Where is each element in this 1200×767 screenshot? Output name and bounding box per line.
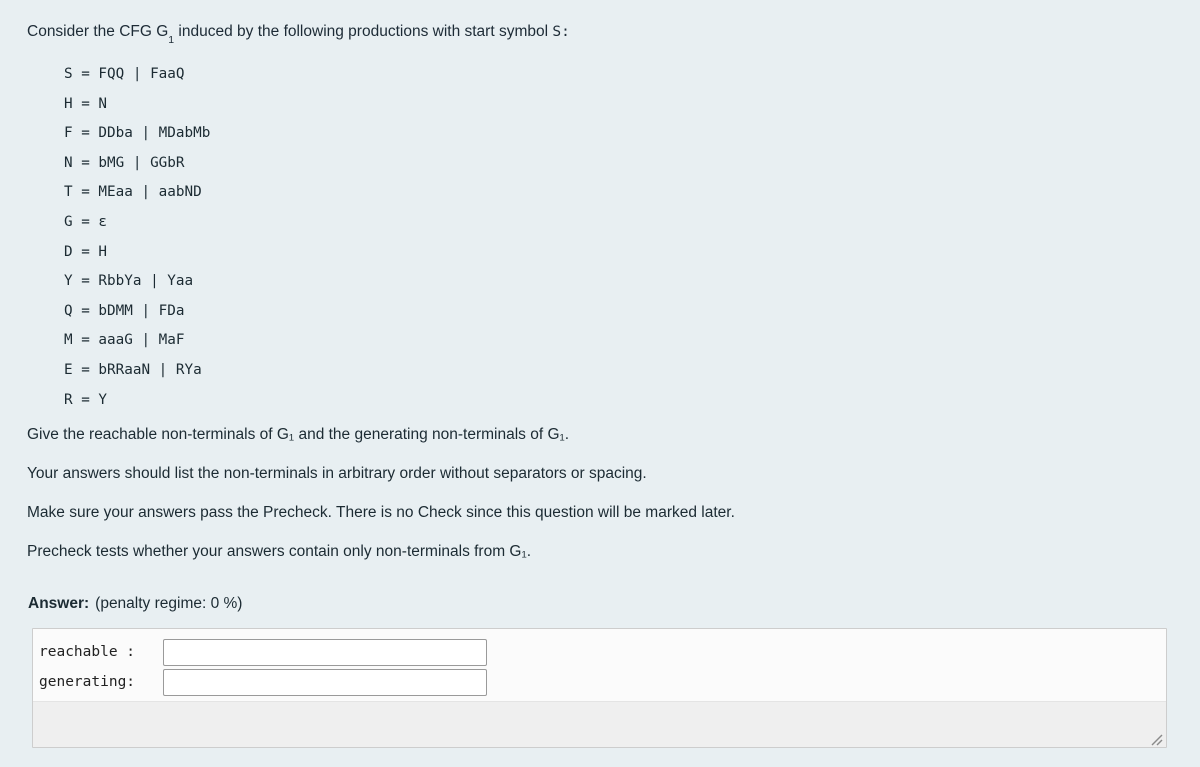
production-line: Q = bDMM | FDa <box>64 302 185 319</box>
grammar-subscript: 1 <box>168 34 175 47</box>
question-page: Consider the CFG G1 induced by the follo… <box>0 0 1200 767</box>
instruction-paragraph-2: Your answers should list the non-termina… <box>27 465 647 482</box>
production-line: F = DDba | MDabMb <box>64 125 211 142</box>
production-line: G = ε <box>64 213 108 230</box>
field-row-reachable: reachable : <box>33 637 1166 667</box>
start-symbol: S: <box>552 24 570 40</box>
production-line: N = bMG | GGbR <box>64 154 185 171</box>
production-line: S = FQQ | FaaQ <box>64 66 185 82</box>
production-line: M = aaaG | MaF <box>64 332 185 349</box>
instruction-paragraph-4: Precheck tests whether your answers cont… <box>27 543 532 560</box>
penalty-regime-label: (penalty regime: 0 %) <box>95 595 243 612</box>
instruction-paragraph-1: Give the reachable non-terminals of G₁ a… <box>27 426 570 443</box>
production-list: S = FQQ | FaaQ H = N F = DDba | MDabMb N… <box>64 60 210 415</box>
answer-label: Answer: <box>28 595 90 612</box>
reachable-field-label: reachable : <box>39 644 136 660</box>
production-line: T = MEaa | aabND <box>64 184 202 201</box>
answer-box-footer <box>33 701 1166 747</box>
generating-input[interactable] <box>163 668 487 696</box>
question-intro: Consider the CFG G1 induced by the follo… <box>27 21 570 48</box>
answer-header: Answer: (penalty regime: 0 %) <box>28 595 242 613</box>
field-row-generating: generating: <box>33 667 1166 697</box>
answer-fields-area: reachable : generating: <box>33 629 1166 701</box>
intro-text-after: induced by the following productions wit… <box>174 23 553 40</box>
production-line: Y = RbbYa | Yaa <box>64 273 194 290</box>
generating-field-label: generating: <box>39 674 136 690</box>
instruction-paragraph-3: Make sure your answers pass the Precheck… <box>27 504 735 521</box>
production-line: D = H <box>64 243 108 260</box>
production-line: E = bRRaaN | RYa <box>64 361 202 378</box>
resize-grip-icon[interactable] <box>1149 732 1163 746</box>
reachable-input[interactable] <box>163 638 487 666</box>
intro-text-before: Consider the CFG G <box>27 23 169 40</box>
production-line: H = N <box>64 95 108 112</box>
answer-box: reachable : generating: <box>32 628 1167 748</box>
production-line: R = Y <box>64 391 108 408</box>
